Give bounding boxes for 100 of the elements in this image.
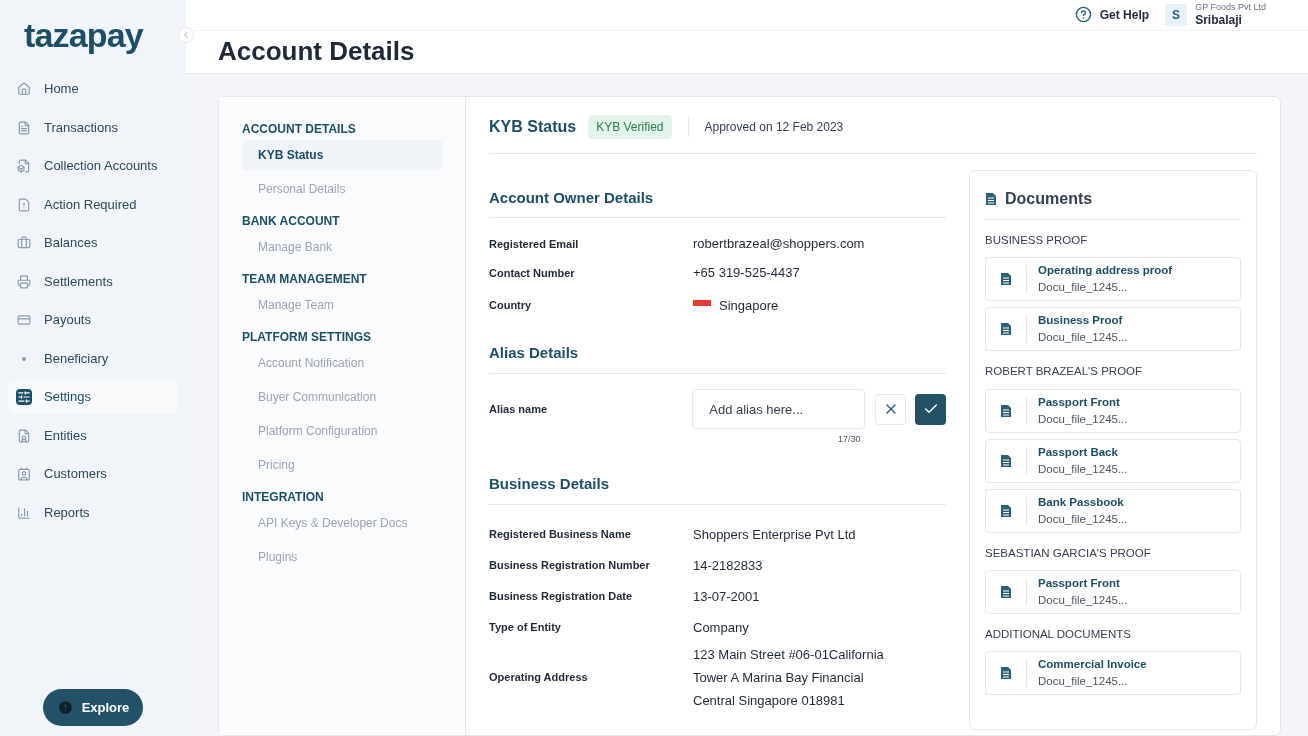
sidebar-item[interactable]: Payouts bbox=[8, 303, 178, 337]
field-value: Central Singapore 018981 bbox=[693, 692, 846, 710]
person-document-icon bbox=[16, 427, 32, 444]
group-heading: ADDITIONAL DOCUMENTS bbox=[985, 626, 1132, 642]
sidebar-item[interactable]: Home bbox=[8, 72, 178, 106]
document-icon bbox=[985, 192, 997, 206]
section-title: Alias Details bbox=[489, 341, 946, 374]
field-value: Singapore bbox=[719, 296, 779, 315]
field-label: Operating Address bbox=[489, 670, 589, 686]
field-label: Alias name bbox=[489, 401, 549, 417]
alias-input[interactable]: Add alias here... bbox=[692, 389, 866, 429]
verified-badge: KYB Verified bbox=[588, 115, 672, 139]
help-icon bbox=[1074, 6, 1092, 24]
card-icon bbox=[16, 312, 32, 328]
section-heading: ACCOUNT DETAILS bbox=[242, 121, 357, 136]
field-value: Company bbox=[693, 619, 749, 637]
documents-title: Documents bbox=[1005, 189, 1093, 209]
document-name: Commercial Invoice bbox=[1038, 657, 1147, 672]
field-label: Registered Email bbox=[489, 236, 580, 252]
document-item[interactable]: Bank Passbook Docu_file_1245... bbox=[985, 488, 1241, 533]
document-name: Passport Front bbox=[1038, 575, 1121, 591]
document-item[interactable]: Passport Front Docu_file_1245... bbox=[985, 569, 1241, 614]
document-name: Bank Passbook bbox=[1038, 494, 1125, 510]
help-link[interactable]: Get Help bbox=[1074, 5, 1150, 24]
confirm-button[interactable] bbox=[915, 393, 946, 425]
sidebar-item[interactable]: Action Required bbox=[8, 187, 178, 222]
document-item[interactable]: Business Proof Docu_file_1245... bbox=[985, 307, 1241, 352]
contact-card-icon bbox=[16, 466, 32, 482]
document-name: Passport Front bbox=[1038, 394, 1121, 410]
sidebar-item[interactable]: Customers bbox=[8, 457, 178, 491]
document-icon bbox=[1000, 503, 1012, 518]
document-icon bbox=[1000, 453, 1012, 468]
document-item[interactable]: Passport Back Docu_file_1245... bbox=[985, 438, 1241, 483]
document-alert-icon bbox=[16, 196, 32, 213]
file-name: Docu_file_1245... bbox=[1038, 592, 1128, 608]
field-label: Business Registration Number bbox=[489, 558, 651, 574]
file-name: Docu_file_1245... bbox=[1038, 330, 1128, 346]
group-heading: SEBASTIAN GARCIA'S PROOF bbox=[985, 545, 1152, 561]
approval-date: Approved on 12 Feb 2023 bbox=[704, 119, 844, 136]
section-heading: INTEGRATION bbox=[242, 489, 325, 504]
company-name: GP Foods Pvt Ltd bbox=[1195, 1, 1266, 13]
group-heading: BUSINESS PROOF bbox=[985, 233, 1089, 248]
file-name: Docu_file_1245... bbox=[1038, 461, 1128, 477]
field-label: Business Registration Date bbox=[489, 589, 634, 605]
file-name: Docu_file_1245... bbox=[1038, 280, 1129, 296]
user-name: Sribalaji bbox=[1195, 13, 1243, 28]
field-value: Shoppers Enterprise Pvt Ltd bbox=[693, 526, 856, 544]
document-icon bbox=[1000, 584, 1012, 599]
document-name: Business Proof bbox=[1038, 313, 1124, 329]
sidebar-item[interactable]: Collection Accounts bbox=[8, 149, 178, 183]
flag-icon bbox=[693, 299, 711, 312]
logo: tazapay bbox=[24, 14, 143, 56]
field-value: 14-2182833 bbox=[693, 557, 763, 575]
sidebar-item[interactable]: Settlements bbox=[8, 264, 178, 299]
kyb-title: KYB Status bbox=[489, 117, 577, 137]
field-value: Tower A Marina Bay Financial bbox=[693, 669, 865, 687]
document-item[interactable]: Commercial Invoice Docu_file_1245... bbox=[985, 651, 1241, 695]
character-counter: 17/30 bbox=[838, 433, 862, 446]
sidebar-item[interactable]: Entities bbox=[8, 418, 178, 453]
field-value: 123 Main Street #06-01California bbox=[693, 646, 884, 664]
cancel-button[interactable] bbox=[875, 393, 907, 425]
briefcase-icon bbox=[16, 235, 32, 251]
printer-icon bbox=[16, 273, 32, 290]
document-item[interactable]: Passport Front Docu_file_1245... bbox=[985, 388, 1241, 433]
collapse-button[interactable] bbox=[178, 27, 194, 43]
document-item[interactable]: Operating address proof Docu_file_1245... bbox=[985, 257, 1241, 302]
file-name: Docu_file_1245... bbox=[1038, 511, 1128, 527]
file-name: Docu_file_1245... bbox=[1038, 674, 1129, 689]
house-icon bbox=[16, 81, 32, 97]
sliders-icon bbox=[16, 389, 32, 405]
chevron-left-icon bbox=[181, 30, 191, 40]
avatar[interactable]: S bbox=[1165, 3, 1188, 26]
field-value: 13-07-2001 bbox=[693, 588, 760, 606]
sidebar-item[interactable]: Transactions bbox=[8, 110, 178, 145]
alert-icon bbox=[56, 699, 74, 716]
page-title: Account Details bbox=[218, 35, 415, 69]
list-icon bbox=[16, 119, 32, 136]
document-name: Passport Back bbox=[1038, 444, 1119, 460]
sidebar-item[interactable]: Balances bbox=[8, 226, 178, 260]
section-title: Business Details bbox=[489, 472, 946, 505]
document-icon bbox=[1000, 322, 1012, 337]
section-heading: BANK ACCOUNT bbox=[242, 213, 341, 228]
settings-nav-item[interactable]: KYB Status bbox=[242, 140, 442, 170]
explore-button[interactable]: Explore bbox=[42, 689, 144, 726]
field-label: Country bbox=[489, 298, 533, 314]
document-name: Operating address proof bbox=[1038, 263, 1173, 279]
field-value: robertbrazeal@shoppers.com bbox=[693, 235, 865, 254]
section-title: Account Owner Details bbox=[489, 187, 946, 218]
document-icon bbox=[16, 158, 32, 174]
field-label: Registered Business Name bbox=[489, 527, 632, 543]
sidebar-item[interactable]: Beneficiary bbox=[8, 341, 178, 376]
file-name: Docu_file_1245... bbox=[1038, 411, 1128, 427]
document-icon bbox=[1000, 403, 1012, 418]
document-icon bbox=[1000, 666, 1012, 680]
field-value: +65 319-525-4437 bbox=[693, 264, 800, 283]
sidebar-item[interactable]: Reports bbox=[8, 495, 178, 530]
bar-chart-icon bbox=[16, 504, 32, 521]
section-heading: TEAM MANAGEMENT bbox=[242, 271, 368, 286]
group-heading: ROBERT BRAZEAL'S PROOF bbox=[985, 364, 1144, 380]
sidebar-item[interactable]: Settings bbox=[8, 380, 178, 414]
